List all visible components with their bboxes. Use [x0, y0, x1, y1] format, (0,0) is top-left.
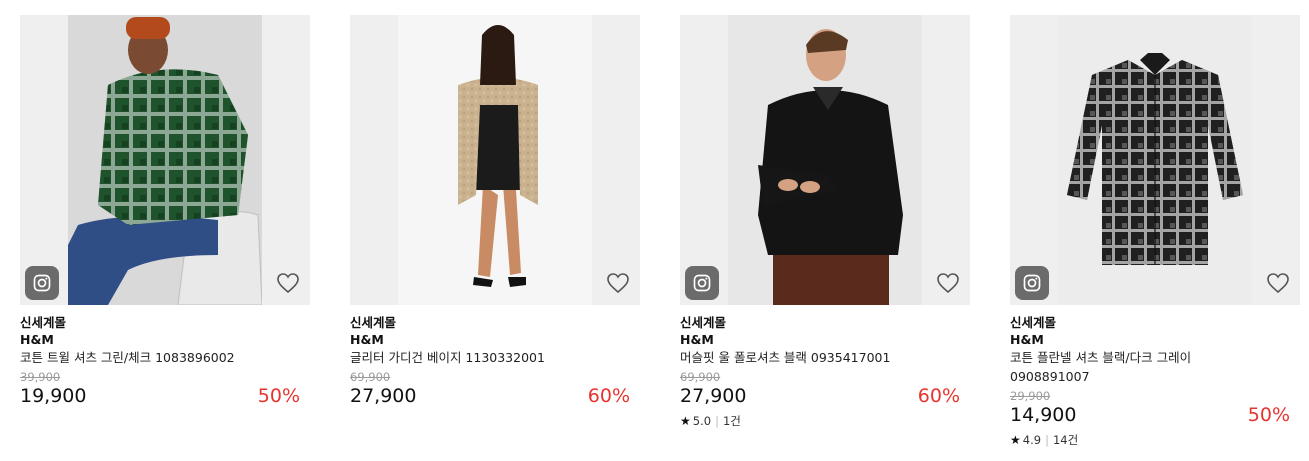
- star-icon: ★: [1010, 433, 1021, 447]
- seller-name[interactable]: 신세계몰: [20, 314, 310, 331]
- product-info: 신세계몰 H&M 글리터 가디건 베이지 1130332001 69,900 2…: [350, 305, 640, 408]
- product-photo: [1058, 15, 1252, 305]
- review-count: 1건: [722, 414, 741, 428]
- discount-rate: 50%: [1247, 404, 1290, 426]
- product-card[interactable]: 신세계몰 H&M 코튼 플란넬 셔츠 블랙/다크 그레이 0908891007 …: [1010, 15, 1300, 447]
- product-image-link[interactable]: [20, 15, 310, 305]
- product-info: 신세계몰 H&M 코튼 트윌 셔츠 그린/체크 1083896002 39,90…: [20, 305, 310, 408]
- product-info: 신세계몰 H&M 코튼 플란넬 셔츠 블랙/다크 그레이 0908891007 …: [1010, 305, 1300, 447]
- brand-name[interactable]: H&M: [20, 331, 310, 348]
- discount-rate: 60%: [587, 385, 630, 407]
- brand-name[interactable]: H&M: [1010, 331, 1300, 348]
- product-name[interactable]: 코튼 플란넬 셔츠 블랙/다크 그레이 0908891007: [1010, 348, 1230, 386]
- wishlist-heart-icon[interactable]: [936, 272, 960, 294]
- seller-name[interactable]: 신세계몰: [1010, 314, 1300, 331]
- price-row: 19,900 50%: [20, 384, 310, 408]
- original-price: 69,900: [350, 370, 391, 384]
- sale-price: 14,900: [1010, 404, 1077, 426]
- seller-name[interactable]: 신세계몰: [350, 314, 640, 331]
- brand-name[interactable]: H&M: [680, 331, 970, 348]
- product-card[interactable]: 신세계몰 H&M 머슬핏 울 폴로셔츠 블랙 0935417001 69,900…: [680, 15, 970, 428]
- instagram-badge: [685, 266, 719, 300]
- product-image-link[interactable]: [680, 15, 970, 305]
- product-name[interactable]: 코튼 트윌 셔츠 그린/체크 1083896002: [20, 348, 250, 367]
- product-image-link[interactable]: [350, 15, 640, 305]
- product-photo: [728, 15, 922, 305]
- price-row: 27,900 60%: [350, 384, 640, 408]
- wishlist-heart-icon[interactable]: [606, 272, 630, 294]
- product-name[interactable]: 머슬핏 울 폴로셔츠 블랙 0935417001: [680, 348, 910, 367]
- rating-row: ★ 5.0 | 1건: [680, 414, 970, 428]
- star-icon: ★: [680, 414, 691, 428]
- product-info: 신세계몰 H&M 머슬핏 울 폴로셔츠 블랙 0935417001 69,900…: [680, 305, 970, 428]
- product-photo: [68, 15, 262, 305]
- brand-name[interactable]: H&M: [350, 331, 640, 348]
- rating-row: ★ 4.9 | 14건: [1010, 433, 1300, 447]
- original-price: 29,900: [1010, 389, 1051, 403]
- instagram-badge: [25, 266, 59, 300]
- discount-rate: 60%: [917, 385, 960, 407]
- rating-score: 5.0: [692, 414, 712, 428]
- review-count: 14건: [1052, 433, 1079, 447]
- wishlist-heart-icon[interactable]: [276, 272, 300, 294]
- seller-name[interactable]: 신세계몰: [680, 314, 970, 331]
- rating-score: 4.9: [1022, 433, 1042, 447]
- original-price: 39,900: [20, 370, 61, 384]
- product-image-link[interactable]: [1010, 15, 1300, 305]
- instagram-icon: [33, 274, 51, 292]
- instagram-badge: [1015, 266, 1049, 300]
- product-card[interactable]: 신세계몰 H&M 글리터 가디건 베이지 1130332001 69,900 2…: [350, 15, 640, 408]
- price-row: 14,900 50%: [1010, 403, 1300, 427]
- instagram-icon: [1023, 274, 1041, 292]
- product-name[interactable]: 글리터 가디건 베이지 1130332001: [350, 348, 580, 367]
- wishlist-heart-icon[interactable]: [1266, 272, 1290, 294]
- rating-divider: |: [715, 414, 719, 428]
- discount-rate: 50%: [257, 385, 300, 407]
- instagram-icon: [693, 274, 711, 292]
- product-photo: [398, 15, 592, 305]
- sale-price: 27,900: [350, 385, 417, 407]
- sale-price: 27,900: [680, 385, 747, 407]
- product-grid: 신세계몰 H&M 코튼 트윌 셔츠 그린/체크 1083896002 39,90…: [0, 0, 1309, 461]
- sale-price: 19,900: [20, 385, 87, 407]
- rating-divider: |: [1045, 433, 1049, 447]
- price-row: 27,900 60%: [680, 384, 970, 408]
- original-price: 69,900: [680, 370, 721, 384]
- product-card[interactable]: 신세계몰 H&M 코튼 트윌 셔츠 그린/체크 1083896002 39,90…: [20, 15, 310, 408]
